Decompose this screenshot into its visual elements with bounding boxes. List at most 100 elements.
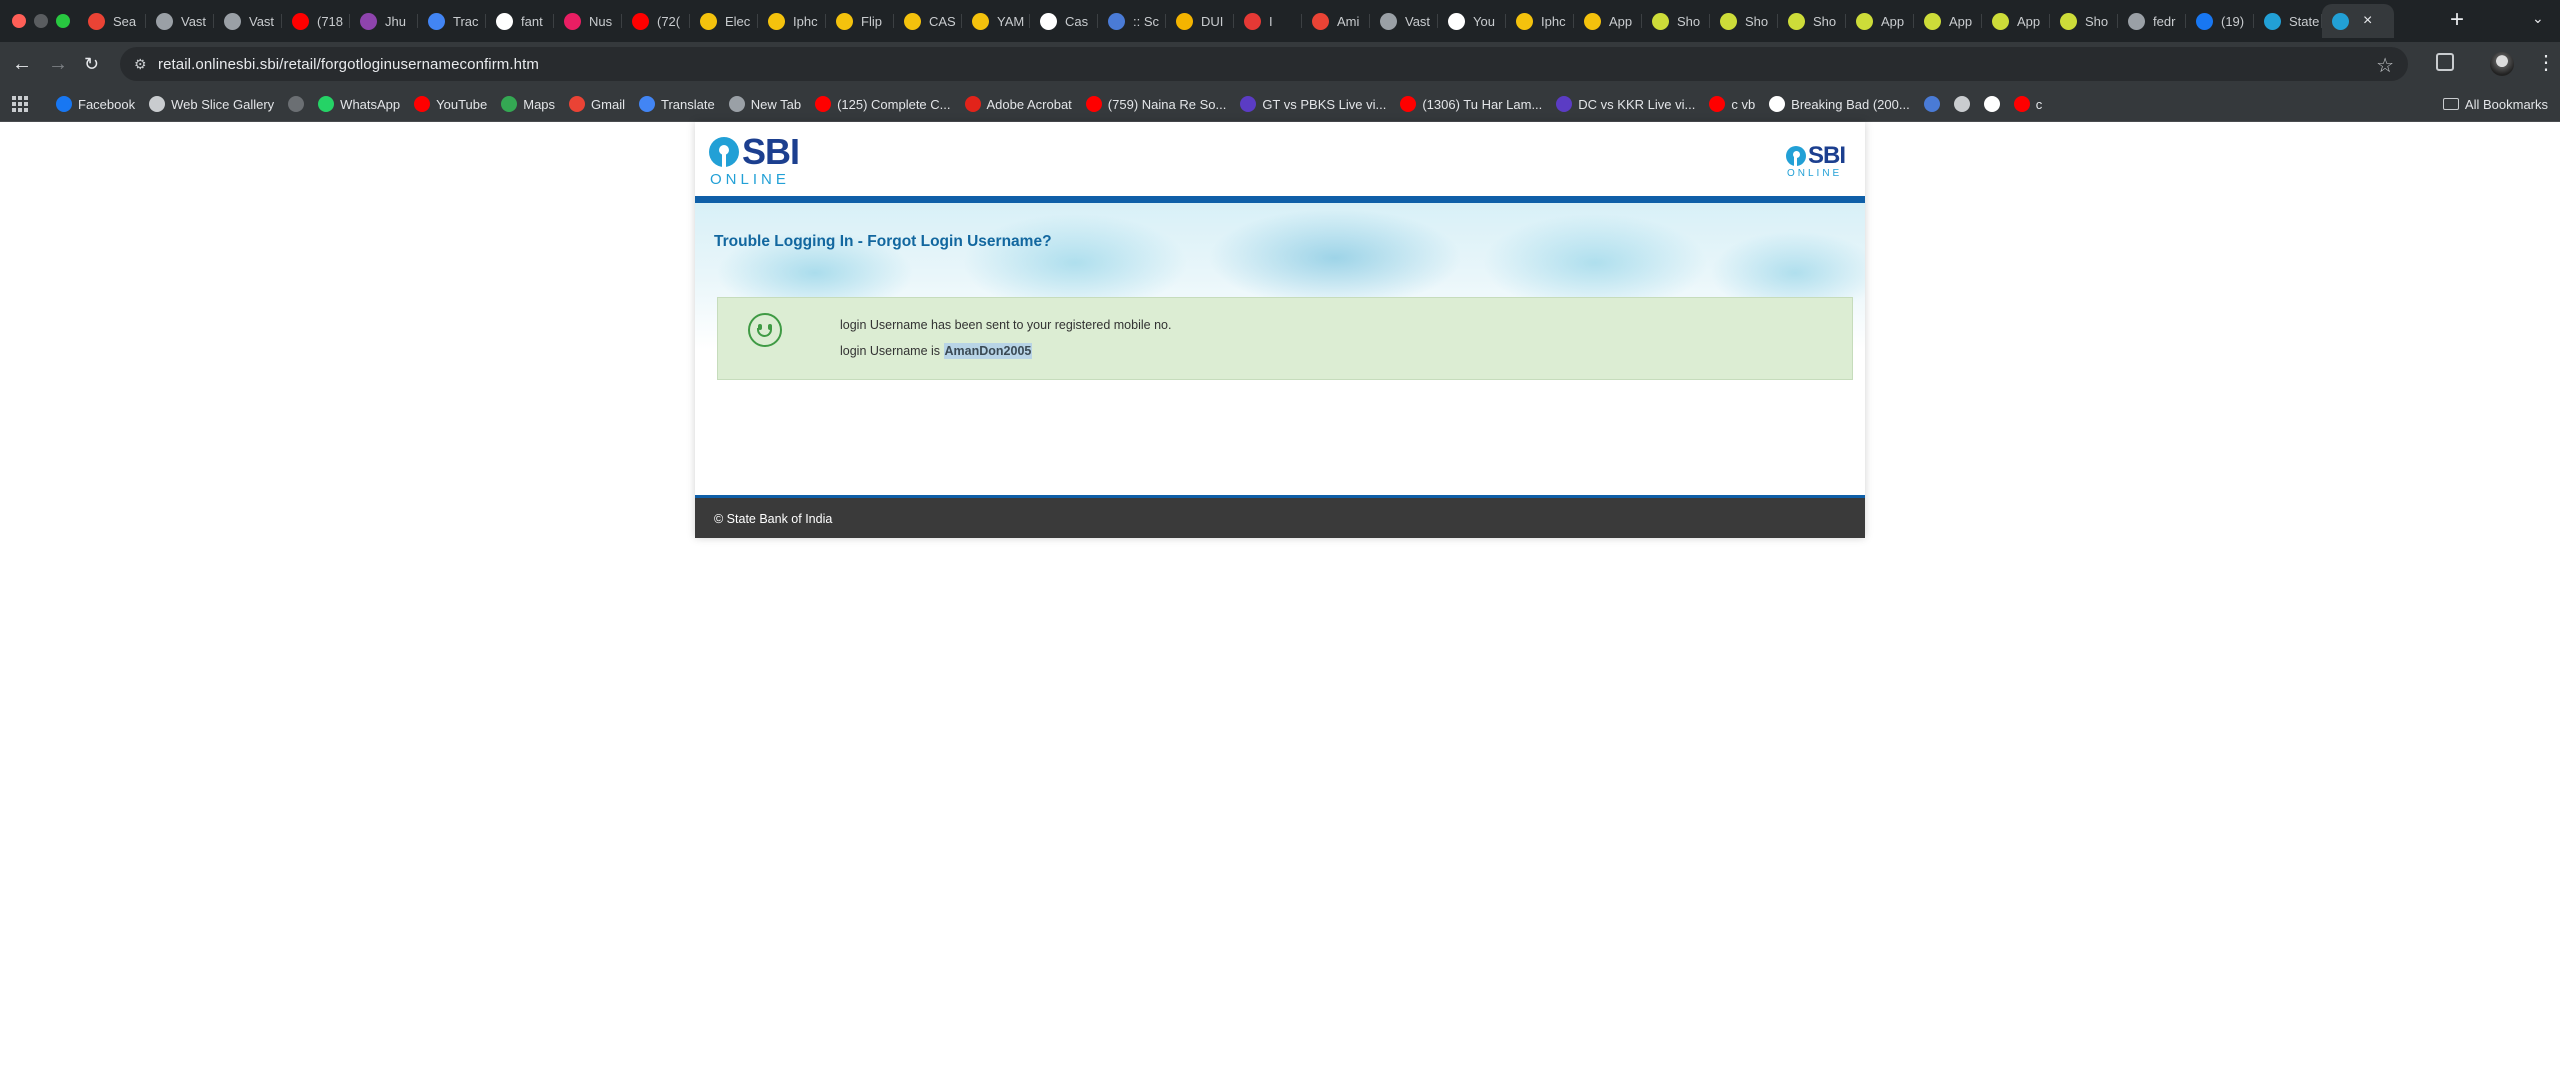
- browser-tab[interactable]: App: [1846, 4, 1914, 38]
- copyright-text: © State Bank of India: [714, 512, 833, 526]
- active-tab[interactable]: ×: [2322, 4, 2394, 38]
- back-button[interactable]: ←: [12, 52, 32, 76]
- tab-title: (72(: [657, 13, 681, 29]
- browser-tab[interactable]: Sea: [78, 4, 146, 38]
- bookmark-item[interactable]: New Tab: [728, 86, 801, 122]
- browser-tab[interactable]: Sho: [2050, 4, 2118, 38]
- window-close-button[interactable]: [12, 14, 26, 28]
- apps-grid-icon[interactable]: [12, 96, 28, 112]
- browser-tab[interactable]: (718: [282, 4, 350, 38]
- window-zoom-button[interactable]: [56, 14, 70, 28]
- tab-title: Sea: [113, 13, 137, 29]
- browser-tab[interactable]: Iphc: [758, 4, 826, 38]
- bookmark-item[interactable]: (1306) Tu Har Lam...: [1400, 86, 1542, 122]
- whatsapp-icon: [318, 96, 335, 112]
- profile-avatar[interactable]: [2490, 52, 2514, 76]
- note-icon: [972, 12, 989, 30]
- browser-tab[interactable]: State: [2254, 4, 2322, 38]
- globe-icon: [1108, 12, 1125, 30]
- browser-tab[interactable]: Ami: [1302, 4, 1370, 38]
- browser-tab[interactable]: Vast: [1370, 4, 1438, 38]
- sbi-online-logo[interactable]: SBI ONLINE: [709, 134, 800, 188]
- browser-tab[interactable]: You: [1438, 4, 1506, 38]
- bookmark-item[interactable]: DC vs KKR Live vi...: [1556, 86, 1695, 122]
- browser-tab[interactable]: CAS: [894, 4, 962, 38]
- google-icon: [496, 12, 513, 30]
- reload-button[interactable]: ↻: [84, 52, 99, 76]
- youtube-icon: [1085, 96, 1102, 112]
- bookmark-item[interactable]: c vb: [1709, 86, 1755, 122]
- new-tab-button[interactable]: +: [2450, 8, 2464, 32]
- browser-tab[interactable]: Trac: [418, 4, 486, 38]
- bookmark-item[interactable]: c: [2013, 86, 2042, 122]
- browser-tab[interactable]: Nus: [554, 4, 622, 38]
- bookmark-item[interactable]: Breaking Bad (200...: [1769, 86, 1910, 122]
- note-icon: [836, 12, 853, 30]
- app-icon: [2060, 12, 2077, 30]
- note-icon: [1516, 12, 1533, 30]
- browser-tab[interactable]: (19): [2186, 4, 2254, 38]
- browser-tab[interactable]: App: [1574, 4, 1642, 38]
- bookmark-item[interactable]: [1983, 86, 2000, 122]
- tab-title: (19): [2221, 13, 2245, 29]
- bookmark-item[interactable]: Translate: [639, 86, 715, 122]
- app-icon: [1924, 12, 1941, 30]
- bookmark-item[interactable]: (759) Naina Re So...: [1085, 86, 1226, 122]
- app-icon: [564, 12, 581, 30]
- bookmark-label: Adobe Acrobat: [986, 96, 1072, 112]
- extensions-icon[interactable]: [2436, 53, 2454, 71]
- bookmark-item[interactable]: GT vs PBKS Live vi...: [1240, 86, 1386, 122]
- url-text[interactable]: retail.onlinesbi.sbi/retail/forgotloginu…: [158, 56, 539, 73]
- browser-tab[interactable]: :: Sc: [1098, 4, 1166, 38]
- blank-page-icon: [288, 96, 305, 112]
- tab-search-chevron-icon[interactable]: ⌄: [2532, 10, 2544, 27]
- youtube-icon: [1400, 96, 1417, 112]
- tab-title: Flip: [861, 13, 882, 29]
- bookmark-label: Maps: [523, 96, 556, 112]
- close-tab-icon[interactable]: ×: [2363, 12, 2372, 30]
- browser-tab[interactable]: DUI: [1166, 4, 1234, 38]
- browser-tab[interactable]: App: [1982, 4, 2050, 38]
- browser-tab[interactable]: Flip: [826, 4, 894, 38]
- browser-tab[interactable]: Sho: [1710, 4, 1778, 38]
- site-info-icon[interactable]: ⚙: [134, 56, 147, 73]
- bookmark-star-icon[interactable]: ☆: [2376, 53, 2394, 78]
- browser-tab[interactable]: Vast: [214, 4, 282, 38]
- browser-tab[interactable]: Sho: [1778, 4, 1846, 38]
- browser-menu-icon[interactable]: ⋮: [2536, 50, 2556, 75]
- window-minimize-button[interactable]: [34, 14, 48, 28]
- browser-tab[interactable]: Iphc: [1506, 4, 1574, 38]
- gmail-icon: [569, 96, 586, 112]
- bookmark-item[interactable]: [288, 86, 305, 122]
- bookmark-item[interactable]: [1923, 86, 1940, 122]
- tab-title: Elec: [725, 13, 751, 29]
- bookmark-item[interactable]: [1953, 86, 1970, 122]
- bookmark-item[interactable]: Adobe Acrobat: [964, 86, 1072, 122]
- bookmark-item[interactable]: YouTube: [414, 86, 487, 122]
- browser-tab[interactable]: fedr: [2118, 4, 2186, 38]
- browser-tab[interactable]: App: [1914, 4, 1982, 38]
- bookmark-item[interactable]: Web Slice Gallery: [149, 86, 274, 122]
- bookmark-item[interactable]: Gmail: [569, 86, 625, 122]
- all-bookmarks-button[interactable]: All Bookmarks: [2442, 86, 2548, 122]
- username-line: login Username is AmanDon2005: [840, 343, 1033, 359]
- bookmark-item[interactable]: (125) Complete C...: [815, 86, 951, 122]
- forward-button[interactable]: →: [48, 52, 68, 76]
- browser-tab[interactable]: fant: [486, 4, 554, 38]
- browser-tab[interactable]: Sho: [1642, 4, 1710, 38]
- browser-tab[interactable]: Jhu: [350, 4, 418, 38]
- bookmark-item[interactable]: Facebook: [56, 86, 135, 122]
- username-value[interactable]: AmanDon2005: [943, 343, 1033, 359]
- tab-title: Sho: [1677, 13, 1701, 29]
- browser-tab[interactable]: Cas: [1030, 4, 1098, 38]
- browser-tab[interactable]: Vast: [146, 4, 214, 38]
- browser-tab[interactable]: YAM: [962, 4, 1030, 38]
- address-bar[interactable]: ⚙ retail.onlinesbi.sbi/retail/forgotlogi…: [120, 47, 2408, 81]
- app-icon: [1992, 12, 2009, 30]
- devanagari-icon: [1953, 96, 1970, 112]
- browser-tab[interactable]: Elec: [690, 4, 758, 38]
- browser-tab[interactable]: (72(: [622, 4, 690, 38]
- bookmark-item[interactable]: Maps: [501, 86, 555, 122]
- bookmark-item[interactable]: WhatsApp: [318, 86, 400, 122]
- browser-tab[interactable]: I: [1234, 4, 1302, 38]
